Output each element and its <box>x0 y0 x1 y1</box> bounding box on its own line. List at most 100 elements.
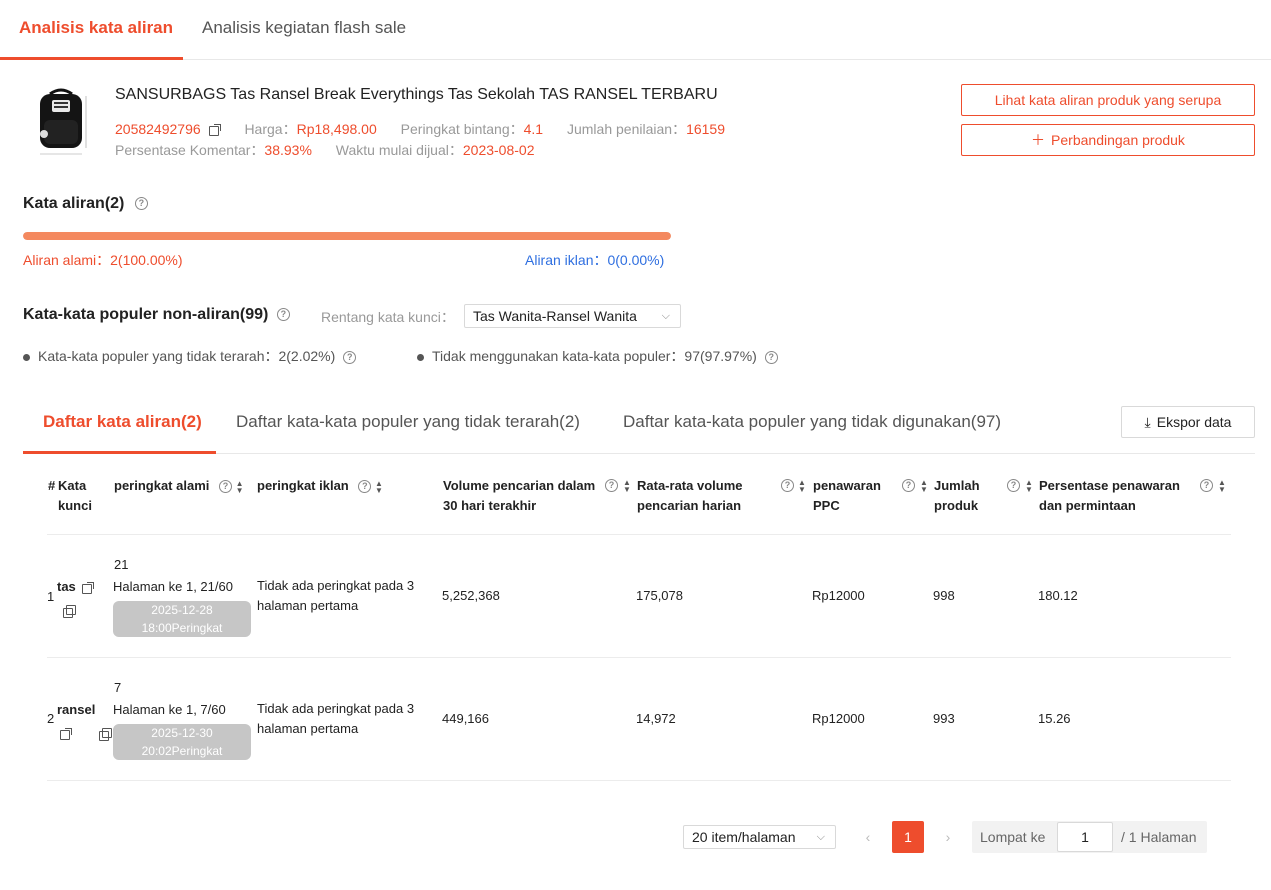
daily-volume-value: 14,972 <box>636 711 676 726</box>
tab-flash-sale-analysis[interactable]: Analisis kegiatan flash sale <box>202 18 406 38</box>
external-link-icon[interactable] <box>60 728 72 741</box>
start-date-label: Waktu mulai dijual： <box>335 142 463 158</box>
organic-traffic-stat: Aliran alami：2(100.00%) <box>23 250 183 270</box>
jump-label: Lompat ke <box>980 829 1046 845</box>
untargeted-value: 2(2.02%) <box>278 348 336 364</box>
ads-value: 0(0.00%) <box>607 252 665 268</box>
keyword-cell: tas <box>57 577 95 597</box>
products-value: 998 <box>933 588 955 603</box>
sort-icon[interactable]: ▲ ▼ <box>375 479 383 494</box>
tab-untargeted-list[interactable]: Daftar kata-kata populer yang tidak tera… <box>236 412 580 432</box>
help-icon[interactable]: ? <box>219 480 232 494</box>
comment-pct-label: Persentase Komentar： <box>115 142 265 158</box>
ads-label: Aliran iklan： <box>525 252 608 268</box>
reviews-value: 16159 <box>686 121 725 137</box>
chevron-down-icon: ⌵ <box>661 310 670 322</box>
similar-products-button[interactable]: Lihat kata aliran produk yang serupa <box>961 84 1255 116</box>
bullet-dot <box>417 353 424 361</box>
col-organic-rank[interactable]: peringkat alami ? ▲ ▼ <box>114 476 244 496</box>
total-pages: / 1 Halaman <box>1121 829 1197 845</box>
traffic-words-title-text: Kata aliran(2) <box>23 195 125 212</box>
help-icon[interactable]: ? <box>276 308 290 322</box>
col-keyword: Kata kunci <box>58 478 92 513</box>
start-date-value: 2023-08-02 <box>462 142 535 158</box>
comment-pct-value: 38.93% <box>264 142 312 158</box>
chevron-down-icon: ⌵ <box>816 831 825 843</box>
supply-demand-value: 180.12 <box>1038 588 1078 603</box>
ad-rank-value: Tidak ada peringkat pada 3 halaman perta… <box>257 578 415 613</box>
organic-rank-value: 7 <box>114 680 122 695</box>
rank-badge-time: 20:02Peringkat <box>141 744 223 758</box>
export-data-label: Ekspor data <box>1156 414 1232 430</box>
page-size-value: 20 item/halaman <box>692 829 796 845</box>
rank-history-badge[interactable]: 2025-12-28 18:00Peringkat <box>113 601 251 637</box>
product-title: SANSURBAGS Tas Ransel Break Everythings … <box>115 86 718 103</box>
untargeted-stat: Kata-kata populer yang tidak terarah：2(2… <box>23 346 357 366</box>
download-icon: ⤓ <box>1144 414 1151 430</box>
help-icon[interactable]: ? <box>781 479 794 492</box>
unused-value: 97(97.97%) <box>684 348 757 364</box>
sort-icon[interactable]: ▲ ▼ <box>236 479 244 494</box>
tab-traffic-analysis[interactable]: Analisis kata aliran <box>19 18 173 38</box>
sort-icon[interactable]: ▲ ▼ <box>920 479 928 494</box>
keyword-range-select[interactable]: Tas Wanita-Ransel Wanita ⌵ <box>464 304 681 328</box>
untargeted-label: Kata-kata populer yang tidak terarah： <box>38 348 279 364</box>
jump-page-input[interactable]: 1 <box>1057 822 1113 852</box>
copy-icon[interactable] <box>98 728 112 742</box>
sort-icon[interactable]: ▲ ▼ <box>1218 479 1226 494</box>
sort-icon[interactable]: ▲ ▼ <box>798 479 806 494</box>
col-supply-demand: Persentase penawaran dan permintaan <box>1039 478 1180 513</box>
page-jump-box: Lompat ke 1 / 1 Halaman <box>972 821 1207 853</box>
supply-demand-value: 15.26 <box>1038 711 1071 726</box>
popular-words-title: Kata-kata populer non-aliran(99) ? <box>23 306 290 324</box>
help-icon[interactable]: ? <box>1007 479 1020 492</box>
traffic-words-title: Kata aliran(2) ? <box>23 195 148 213</box>
rank-badge-time: 18:00Peringkat <box>141 621 223 635</box>
keyword-text[interactable]: ransel <box>57 700 95 720</box>
tab-unused-list[interactable]: Daftar kata-kata populer yang tidak digu… <box>623 412 1001 432</box>
help-icon[interactable]: ? <box>764 350 778 364</box>
ppc-value: Rp12000 <box>812 711 865 726</box>
plus-icon: ＋ <box>1031 132 1046 148</box>
sort-icon[interactable]: ▲ ▼ <box>623 479 631 494</box>
copy-icon[interactable] <box>63 605 76 619</box>
compare-products-label: Perbandingan produk <box>1051 132 1185 148</box>
tab-traffic-words-list[interactable]: Daftar kata aliran(2) <box>43 412 202 432</box>
products-value: 993 <box>933 711 955 726</box>
help-icon[interactable]: ? <box>605 479 618 492</box>
col-volume-30d: Volume pencarian dalam 30 hari terakhir <box>443 478 596 513</box>
sort-icon[interactable]: ▲ ▼ <box>1025 479 1033 494</box>
row-index: 2 <box>47 711 55 726</box>
prev-page-button[interactable]: ‹ <box>852 821 884 853</box>
keyword-range-value: Tas Wanita-Ransel Wanita <box>473 308 637 324</box>
page-size-select[interactable]: 20 item/halaman ⌵ <box>683 825 836 849</box>
external-link-icon[interactable] <box>82 581 95 594</box>
external-link-icon[interactable] <box>208 124 221 137</box>
traffic-progress-bar <box>23 232 671 240</box>
next-page-button[interactable]: › <box>932 821 964 853</box>
rating-label: Peringkat bintang： <box>400 121 524 137</box>
ad-rank-value: Tidak ada peringkat pada 3 halaman perta… <box>257 701 415 736</box>
price-label: Harga： <box>244 121 297 137</box>
keyword-text[interactable]: tas <box>57 579 76 594</box>
col-ad-rank[interactable]: peringkat iklan ? ▲ ▼ <box>257 476 383 496</box>
popular-words-title-text: Kata-kata populer non-aliran(99) <box>23 306 269 323</box>
row-index: 1 <box>47 589 55 604</box>
ppc-value: Rp12000 <box>812 588 865 603</box>
help-icon[interactable]: ? <box>902 479 915 492</box>
traffic-progress-fill <box>23 232 671 240</box>
help-icon[interactable]: ? <box>1200 479 1213 492</box>
export-data-button[interactable]: ⤓ Ekspor data <box>1121 406 1255 438</box>
compare-products-button[interactable]: ＋ Perbandingan produk <box>961 124 1255 156</box>
help-icon[interactable]: ? <box>134 197 148 211</box>
product-id[interactable]: 20582492796 <box>115 121 201 137</box>
page-number-button[interactable]: 1 <box>892 821 924 853</box>
rank-history-badge[interactable]: 2025-12-30 20:02Peringkat <box>113 724 251 760</box>
organic-value: 2(100.00%) <box>110 252 183 268</box>
product-meta-row-1: 20582492796 Harga：Rp18,498.00 Peringkat … <box>115 119 725 139</box>
table-row: 1 tas 21 Halaman ke 1, 21/60 2025-12-28 … <box>0 535 1271 657</box>
rating-value: 4.1 <box>523 121 544 137</box>
rank-badge-date: 2025-12-28 <box>151 603 213 617</box>
help-icon[interactable]: ? <box>343 350 357 364</box>
help-icon[interactable]: ? <box>358 480 372 494</box>
